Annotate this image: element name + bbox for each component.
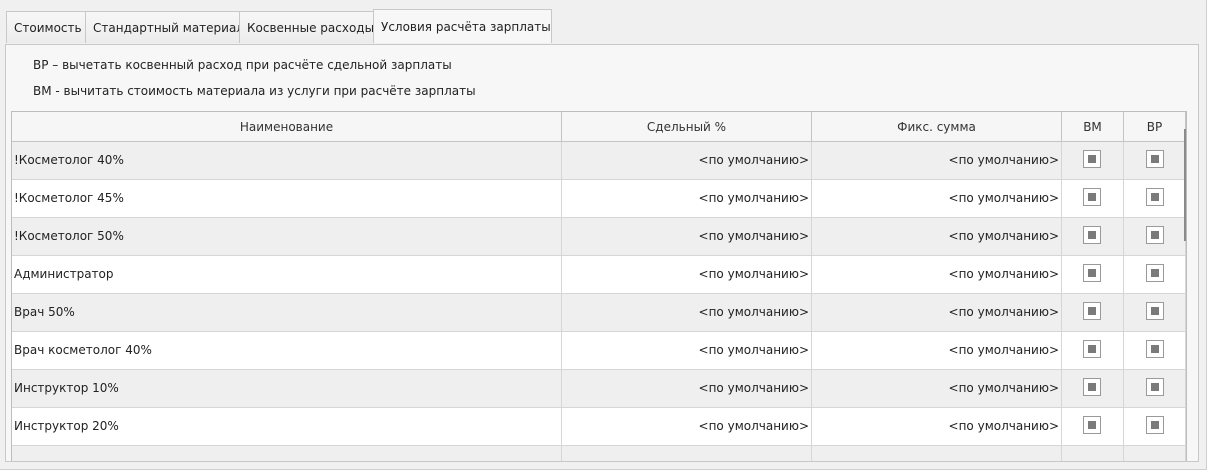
cell-piece-percent[interactable]: <по умолчанию>	[562, 218, 812, 255]
tab-panel: ВР – вычетать косвенный расход при расчё…	[5, 44, 1199, 462]
cell-name[interactable]: Врач 50%	[12, 294, 562, 331]
column-header-vm[interactable]: ВМ	[1062, 112, 1124, 142]
cell-vm	[1062, 446, 1124, 461]
vm-checkbox[interactable]	[1083, 150, 1101, 168]
column-header-name[interactable]: Наименование	[12, 112, 562, 142]
salary-conditions-table: Наименование Сдельный % Фикс. сумма ВМ В…	[11, 111, 1187, 461]
cell-vp	[1124, 256, 1186, 293]
cell-vp	[1124, 370, 1186, 407]
cell-vp	[1124, 180, 1186, 217]
cell-vm	[1062, 408, 1124, 445]
cell-vm	[1062, 294, 1124, 331]
table-row[interactable]: Врач 50% <по умолчанию> <по умолчанию>	[12, 294, 1186, 332]
table-row[interactable]: !Косметолог 40% <по умолчанию> <по умолч…	[12, 142, 1186, 180]
cell-piece-percent[interactable]: <по умолчанию>	[562, 142, 812, 179]
tab-standard-material[interactable]: Стандартный материал	[85, 11, 244, 43]
cell-fixed-sum[interactable]: <по умолчанию>	[812, 332, 1062, 369]
vm-checkbox[interactable]	[1083, 416, 1101, 434]
vm-checkbox[interactable]	[1083, 188, 1101, 206]
vm-checkbox[interactable]	[1083, 378, 1101, 396]
cell-fixed-sum[interactable]: <по умолчанию>	[812, 408, 1062, 445]
cell-fixed-sum[interactable]	[812, 446, 1062, 461]
cell-name[interactable]: Администратор	[12, 256, 562, 293]
cell-name[interactable]: !Косметолог 50%	[12, 218, 562, 255]
vp-checkbox[interactable]	[1146, 416, 1164, 434]
cell-name[interactable]: Инструктор 20%	[12, 408, 562, 445]
vp-checkbox[interactable]	[1146, 150, 1164, 168]
cell-fixed-sum[interactable]: <по умолчанию>	[812, 256, 1062, 293]
column-header-piece-percent[interactable]: Сдельный %	[562, 112, 812, 142]
cell-fixed-sum[interactable]: <по умолчанию>	[812, 218, 1062, 255]
vp-checkbox[interactable]	[1146, 188, 1164, 206]
cell-vm	[1062, 180, 1124, 217]
cell-piece-percent[interactable]: <по умолчанию>	[562, 332, 812, 369]
window: Стоимость Стандартный материал Косвенные…	[0, 0, 1207, 470]
cell-vp	[1124, 218, 1186, 255]
cell-piece-percent[interactable]: <по умолчанию>	[562, 294, 812, 331]
cell-name[interactable]: Врач косметолог 40%	[12, 332, 562, 369]
cell-name[interactable]: Инструктор 10%	[12, 370, 562, 407]
cell-fixed-sum[interactable]: <по умолчанию>	[812, 294, 1062, 331]
cell-piece-percent[interactable]	[562, 446, 812, 461]
tab-cost[interactable]: Стоимость	[6, 11, 86, 43]
cell-piece-percent[interactable]: <по умолчанию>	[562, 408, 812, 445]
vm-checkbox[interactable]	[1083, 264, 1101, 282]
cell-vm	[1062, 332, 1124, 369]
table-row[interactable]: Инструктор 20% <по умолчанию> <по умолча…	[12, 408, 1186, 446]
vm-checkbox[interactable]	[1083, 340, 1101, 358]
table-header: Наименование Сдельный % Фикс. сумма ВМ В…	[12, 112, 1186, 142]
cell-piece-percent[interactable]: <по умолчанию>	[562, 180, 812, 217]
tab-indirect-costs[interactable]: Косвенные расходы	[239, 11, 374, 43]
cell-fixed-sum[interactable]: <по умолчанию>	[812, 142, 1062, 179]
cell-vm	[1062, 142, 1124, 179]
vm-checkbox[interactable]	[1083, 302, 1101, 320]
cell-vm	[1062, 256, 1124, 293]
table-row[interactable]: !Косметолог 45% <по умолчанию> <по умолч…	[12, 180, 1186, 218]
table-row[interactable]	[12, 446, 1186, 461]
table-row[interactable]: Врач косметолог 40% <по умолчанию> <по у…	[12, 332, 1186, 370]
vertical-scrollbar-thumb[interactable]	[1184, 129, 1186, 241]
table-row[interactable]: !Косметолог 50% <по умолчанию> <по умолч…	[12, 218, 1186, 256]
cell-vp	[1124, 294, 1186, 331]
cell-vm	[1062, 370, 1124, 407]
vp-checkbox[interactable]	[1146, 226, 1164, 244]
cell-name[interactable]: !Косметолог 45%	[12, 180, 562, 217]
cell-vp	[1124, 446, 1186, 461]
cell-piece-percent[interactable]: <по умолчанию>	[562, 256, 812, 293]
cell-name[interactable]	[12, 446, 562, 461]
column-header-fixed-sum[interactable]: Фикс. сумма	[812, 112, 1062, 142]
hint-vm: ВМ - вычитать стоимость материала из усл…	[33, 84, 476, 98]
table-row[interactable]: Администратор <по умолчанию> <по умолчан…	[12, 256, 1186, 294]
vp-checkbox[interactable]	[1146, 340, 1164, 358]
cell-fixed-sum[interactable]: <по умолчанию>	[812, 180, 1062, 217]
cell-vp	[1124, 142, 1186, 179]
cell-vp	[1124, 332, 1186, 369]
vp-checkbox[interactable]	[1146, 264, 1164, 282]
vp-checkbox[interactable]	[1146, 302, 1164, 320]
tab-salary-conditions[interactable]: Условия расчёта зарплаты	[373, 9, 552, 43]
cell-fixed-sum[interactable]: <по умолчанию>	[812, 370, 1062, 407]
table-row[interactable]: Инструктор 10% <по умолчанию> <по умолча…	[12, 370, 1186, 408]
vp-checkbox[interactable]	[1146, 378, 1164, 396]
cell-vp	[1124, 408, 1186, 445]
vm-checkbox[interactable]	[1083, 226, 1101, 244]
cell-name[interactable]: !Косметолог 40%	[12, 142, 562, 179]
hint-vp: ВР – вычетать косвенный расход при расчё…	[33, 58, 452, 72]
column-header-vp[interactable]: ВР	[1124, 112, 1186, 142]
cell-piece-percent[interactable]: <по умолчанию>	[562, 370, 812, 407]
cell-vm	[1062, 218, 1124, 255]
